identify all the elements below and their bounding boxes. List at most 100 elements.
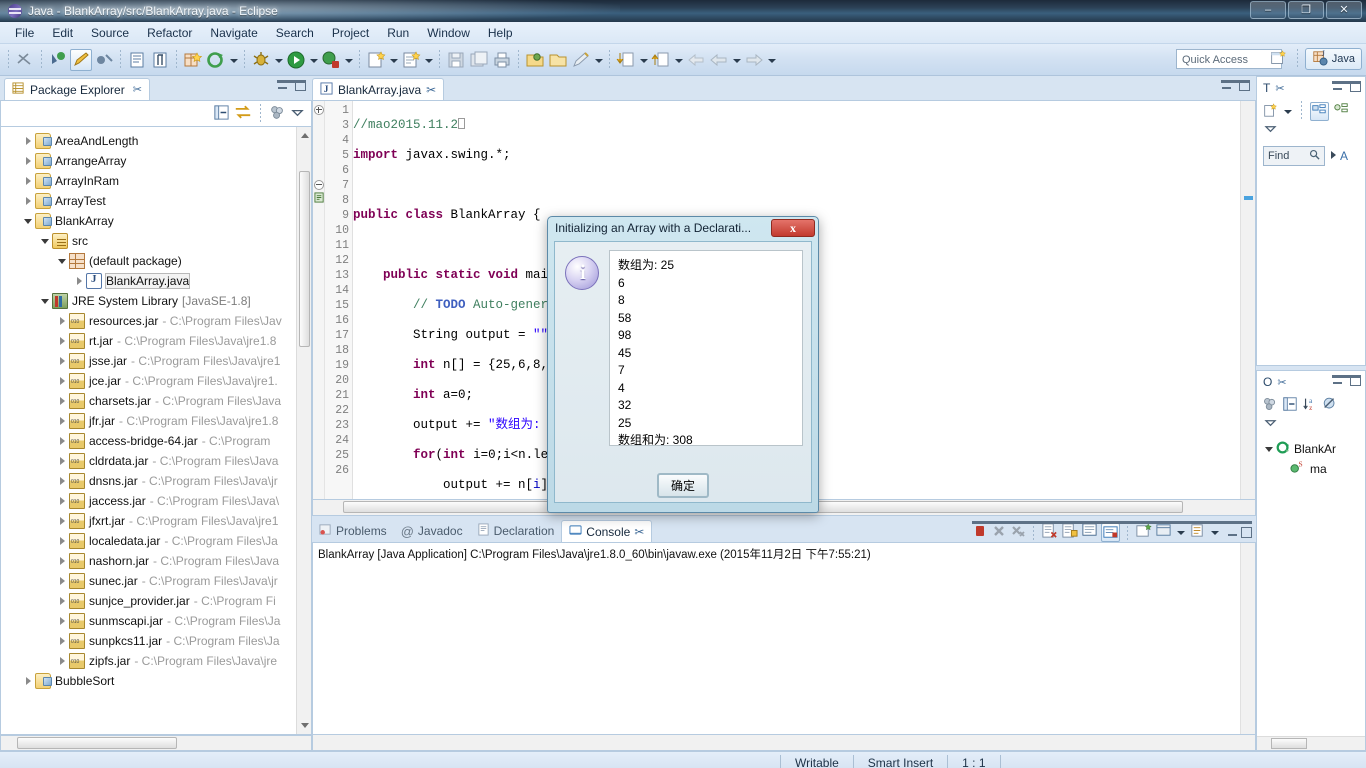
new-java-project-icon[interactable] bbox=[400, 49, 422, 71]
tree-item[interactable]: BlankArray.java bbox=[1, 271, 311, 291]
menu-item-file[interactable]: File bbox=[6, 24, 43, 42]
tree-item[interactable]: BubbleSort bbox=[1, 671, 311, 691]
find-input[interactable]: Find bbox=[1263, 146, 1325, 166]
run-dropdown-arrow-icon[interactable] bbox=[308, 49, 319, 71]
console-vertical-scrollbar[interactable] bbox=[1240, 543, 1255, 734]
sort-alphabetically-icon[interactable]: az bbox=[1302, 396, 1318, 415]
tree-item[interactable]: localedata.jar- C:\Program Files\Ja bbox=[1, 531, 311, 551]
secondary-view-horizontal-scrollbar[interactable] bbox=[1257, 736, 1365, 750]
tree-item[interactable]: ArrayTest bbox=[1, 191, 311, 211]
tree-item[interactable]: JRE System Library [JavaSE-1.8] bbox=[1, 291, 311, 311]
pin-console-icon[interactable] bbox=[1081, 522, 1098, 542]
tab-blankarray-java[interactable]: J BlankArray.java ✂ bbox=[312, 78, 445, 100]
tree-item[interactable]: ArrangeArray bbox=[1, 151, 311, 171]
expand-find-arrow-icon[interactable] bbox=[1330, 149, 1338, 163]
hide-fields-icon[interactable] bbox=[1322, 396, 1338, 415]
open-console-icon[interactable] bbox=[1135, 522, 1152, 542]
forward-history-icon[interactable] bbox=[743, 49, 765, 71]
new-wizard-icon[interactable] bbox=[365, 49, 387, 71]
twisty-open-icon[interactable] bbox=[22, 211, 35, 231]
menu-item-navigate[interactable]: Navigate bbox=[201, 24, 266, 42]
tab-declaration[interactable]: Declaration bbox=[470, 520, 562, 542]
twisty-closed-icon[interactable] bbox=[22, 191, 35, 211]
menu-item-refactor[interactable]: Refactor bbox=[138, 24, 201, 42]
dialog-message-textarea[interactable]: 数组为: 25 6 8 58 98 45 7 4 32 25 数组和为: 308 bbox=[609, 250, 803, 446]
previous-annotation-dropdown-arrow-icon[interactable] bbox=[673, 49, 684, 71]
tree-item[interactable]: src bbox=[1, 231, 311, 251]
close-icon[interactable]: ✂ bbox=[426, 83, 436, 97]
paragraph-icon[interactable] bbox=[149, 49, 171, 71]
tab-problems[interactable]: Problems bbox=[312, 520, 394, 542]
twisty-closed-icon[interactable] bbox=[56, 371, 69, 391]
tree-item[interactable]: jaccess.jar- C:\Program Files\Java\ bbox=[1, 491, 311, 511]
twisty-closed-icon[interactable] bbox=[56, 431, 69, 451]
perspective-java-button[interactable]: J Java bbox=[1304, 48, 1362, 70]
next-annotation-dropdown-arrow-icon[interactable] bbox=[638, 49, 649, 71]
display-selected-console-icon[interactable] bbox=[1101, 522, 1120, 542]
twisty-closed-icon[interactable] bbox=[56, 451, 69, 471]
new-wizard-dropdown-arrow-icon[interactable] bbox=[388, 49, 399, 71]
link-with-editor-icon[interactable] bbox=[234, 104, 252, 124]
view-menu-icon[interactable] bbox=[290, 105, 305, 123]
new-console-view-icon[interactable] bbox=[1155, 522, 1172, 542]
open-type-icon[interactable] bbox=[126, 49, 148, 71]
search-icon[interactable] bbox=[1309, 149, 1320, 163]
twisty-closed-icon[interactable] bbox=[56, 411, 69, 431]
tree-item[interactable]: sunpkcs11.jar- C:\Program Files\Ja bbox=[1, 631, 311, 651]
tree-item[interactable]: resources.jar- C:\Program Files\Jav bbox=[1, 311, 311, 331]
maximize-view-icon[interactable] bbox=[1350, 375, 1361, 386]
clear-console-icon[interactable] bbox=[1041, 522, 1058, 542]
secondary-tab-label[interactable]: O bbox=[1263, 375, 1272, 389]
run-external-tools-icon[interactable] bbox=[320, 49, 342, 71]
forward-dropdown-arrow-icon[interactable] bbox=[766, 49, 777, 71]
toggle-markoccurrences-icon[interactable] bbox=[14, 49, 36, 71]
tree-item[interactable]: jce.jar- C:\Program Files\Java\jre1. bbox=[1, 371, 311, 391]
twisty-closed-icon[interactable] bbox=[56, 511, 69, 531]
maximize-console-icon[interactable] bbox=[1241, 526, 1252, 538]
tab-console[interactable]: Console ✂ bbox=[561, 520, 653, 542]
tab-javadoc[interactable]: @ Javadoc bbox=[394, 520, 470, 542]
menu-item-project[interactable]: Project bbox=[323, 24, 378, 42]
twisty-closed-icon[interactable] bbox=[56, 611, 69, 631]
twisty-closed-icon[interactable] bbox=[56, 331, 69, 351]
minimize-console-icon[interactable] bbox=[1227, 527, 1238, 538]
next-annotation-icon[interactable] bbox=[615, 49, 637, 71]
tree-item[interactable]: jfxrt.jar - C:\Program Files\Java\jre1 bbox=[1, 511, 311, 531]
twisty-closed-icon[interactable] bbox=[56, 571, 69, 591]
view-menu-icon[interactable] bbox=[1263, 419, 1278, 433]
scroll-thumb[interactable] bbox=[1271, 738, 1307, 749]
maximize-view-icon[interactable] bbox=[295, 80, 306, 91]
close-icon[interactable]: ✂ bbox=[1275, 82, 1284, 95]
maximize-view-icon[interactable] bbox=[1350, 81, 1361, 92]
twisty-open-icon[interactable] bbox=[39, 231, 52, 251]
fold-collapse-icon[interactable] bbox=[314, 180, 324, 190]
tree-item[interactable]: zipfs.jar- C:\Program Files\Java\jre bbox=[1, 651, 311, 671]
tree-item[interactable]: rt.jar - C:\Program Files\Java\jre1.8 bbox=[1, 331, 311, 351]
twisty-closed-icon[interactable] bbox=[22, 131, 35, 151]
editor-vertical-scrollbar[interactable] bbox=[1240, 101, 1255, 499]
run-last-tool-icon[interactable] bbox=[205, 49, 227, 71]
edit-pencil-icon[interactable] bbox=[70, 48, 92, 71]
remove-launch-icon[interactable] bbox=[991, 523, 1007, 542]
menu-item-run[interactable]: Run bbox=[378, 24, 418, 42]
view-menu-icon[interactable] bbox=[1263, 125, 1278, 139]
twisty-closed-icon[interactable] bbox=[22, 151, 35, 171]
debug-dropdown-arrow-icon[interactable] bbox=[273, 49, 284, 71]
run-last-dropdown-arrow-icon[interactable] bbox=[228, 49, 239, 71]
tree-item[interactable]: sunec.jar- C:\Program Files\Java\jr bbox=[1, 571, 311, 591]
backward-dropdown-arrow-icon[interactable] bbox=[731, 49, 742, 71]
open-console-menu-icon[interactable] bbox=[1189, 522, 1206, 542]
maximize-editor-icon[interactable] bbox=[1239, 80, 1250, 91]
menu-item-source[interactable]: Source bbox=[82, 24, 138, 42]
console-horizontal-scrollbar[interactable] bbox=[312, 735, 1256, 751]
twisty-closed-icon[interactable] bbox=[56, 651, 69, 671]
console-menu-dropdown-arrow-icon[interactable] bbox=[1209, 521, 1220, 543]
twisty-open-icon[interactable] bbox=[1263, 439, 1276, 459]
minimize-button[interactable]: – bbox=[1250, 1, 1286, 19]
tree-item[interactable]: nashorn.jar- C:\Program Files\Java bbox=[1, 551, 311, 571]
maximize-button[interactable]: ❐ bbox=[1288, 1, 1324, 19]
twisty-closed-icon[interactable] bbox=[56, 591, 69, 611]
close-icon[interactable]: ✂ bbox=[634, 525, 644, 539]
tree-item[interactable]: ArrayInRam bbox=[1, 171, 311, 191]
outline-item-method[interactable]: S ma bbox=[1257, 459, 1365, 479]
